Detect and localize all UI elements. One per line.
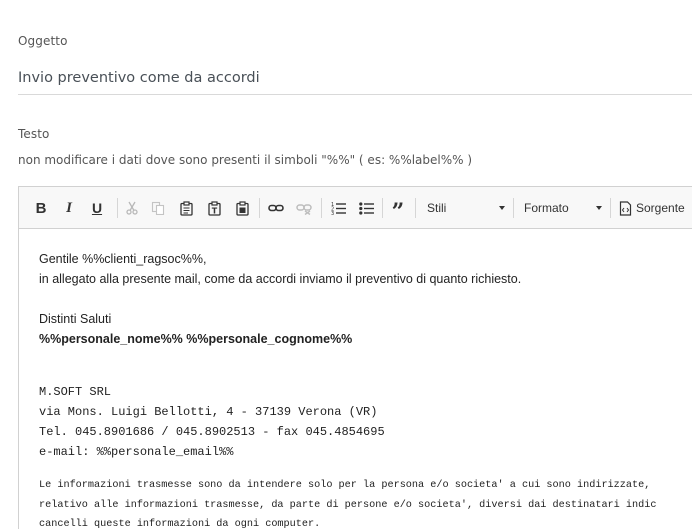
unlink-icon xyxy=(296,204,312,215)
editor-toolbar: B I U T 1 2 3 ” Stili Formato Sorgente xyxy=(19,187,692,229)
company-name: M.SOFT SRL xyxy=(39,385,112,399)
email-greeting: Gentile %%clienti_ragsoc%%, xyxy=(39,252,207,266)
chevron-down-icon xyxy=(499,206,505,210)
numbered-list-button[interactable]: 123 xyxy=(327,197,349,219)
italic-button[interactable]: I xyxy=(59,197,79,219)
paste-button[interactable] xyxy=(176,197,196,219)
copy-button[interactable] xyxy=(148,197,168,219)
unlink-button[interactable] xyxy=(293,197,315,219)
company-email: e-mail: %%personale_email%% xyxy=(39,445,234,459)
rich-text-editor: B I U T 1 2 3 ” Stili Formato Sorgente G… xyxy=(18,186,692,529)
numbered-list-icon: 123 xyxy=(331,202,346,215)
source-button[interactable]: Sorgente xyxy=(619,197,692,219)
hint-text: non modificare i dati dove sono presenti… xyxy=(18,153,473,167)
bulleted-list-icon xyxy=(358,202,374,215)
disclaimer-line: cancelli queste informazioni da ogni com… xyxy=(39,519,321,529)
paste-text-button[interactable]: T xyxy=(204,197,224,219)
toolbar-separator xyxy=(321,198,322,218)
source-label: Sorgente xyxy=(636,201,685,215)
toolbar-separator xyxy=(117,198,118,218)
format-dropdown[interactable]: Formato xyxy=(524,197,602,219)
paste-text-icon: T xyxy=(207,200,221,216)
email-signature-name: %%personale_nome%% %%personale_cognome%% xyxy=(39,332,353,346)
styles-label: Stili xyxy=(427,201,447,215)
link-button[interactable] xyxy=(265,197,287,219)
underline-icon: U xyxy=(91,200,103,216)
scissors-icon xyxy=(126,201,138,215)
italic-icon: I xyxy=(66,199,72,216)
link-icon xyxy=(268,204,284,212)
company-address: via Mons. Luigi Bellotti, 4 - 37139 Vero… xyxy=(39,405,378,419)
svg-text:T: T xyxy=(211,206,217,215)
text-label: Testo xyxy=(18,127,50,141)
email-body-line: in allegato alla presente mail, come da … xyxy=(39,272,522,286)
paste-icon xyxy=(179,200,193,216)
cut-button[interactable] xyxy=(122,197,142,219)
bold-icon: B xyxy=(35,199,47,217)
email-closing: Distinti Saluti xyxy=(39,312,112,326)
underline-button[interactable]: U xyxy=(87,197,107,219)
toolbar-separator xyxy=(415,198,416,218)
styles-dropdown[interactable]: Stili xyxy=(427,197,505,219)
blockquote-button[interactable]: ” xyxy=(387,197,409,223)
source-code-icon xyxy=(619,200,632,216)
bold-button[interactable]: B xyxy=(31,197,51,219)
subject-input[interactable] xyxy=(18,62,692,95)
toolbar-separator xyxy=(513,198,514,218)
toolbar-separator xyxy=(382,198,383,218)
disclaimer-line: Le informazioni trasmesse sono da intend… xyxy=(39,480,651,491)
bulleted-list-button[interactable] xyxy=(355,197,377,219)
quote-icon: ” xyxy=(391,199,405,225)
disclaimer-line: relativo alle informazioni trasmesse, da… xyxy=(39,500,657,511)
toolbar-separator xyxy=(259,198,260,218)
toolbar-separator xyxy=(610,198,611,218)
subject-label: Oggetto xyxy=(18,34,68,48)
paste-word-button[interactable] xyxy=(232,197,252,219)
paste-word-icon xyxy=(235,200,249,216)
copy-icon xyxy=(151,201,165,215)
company-phone: Tel. 045.8901686 / 045.8902513 - fax 045… xyxy=(39,425,385,439)
svg-text:3: 3 xyxy=(331,211,334,215)
chevron-down-icon xyxy=(596,206,602,210)
format-label: Formato xyxy=(524,201,569,215)
